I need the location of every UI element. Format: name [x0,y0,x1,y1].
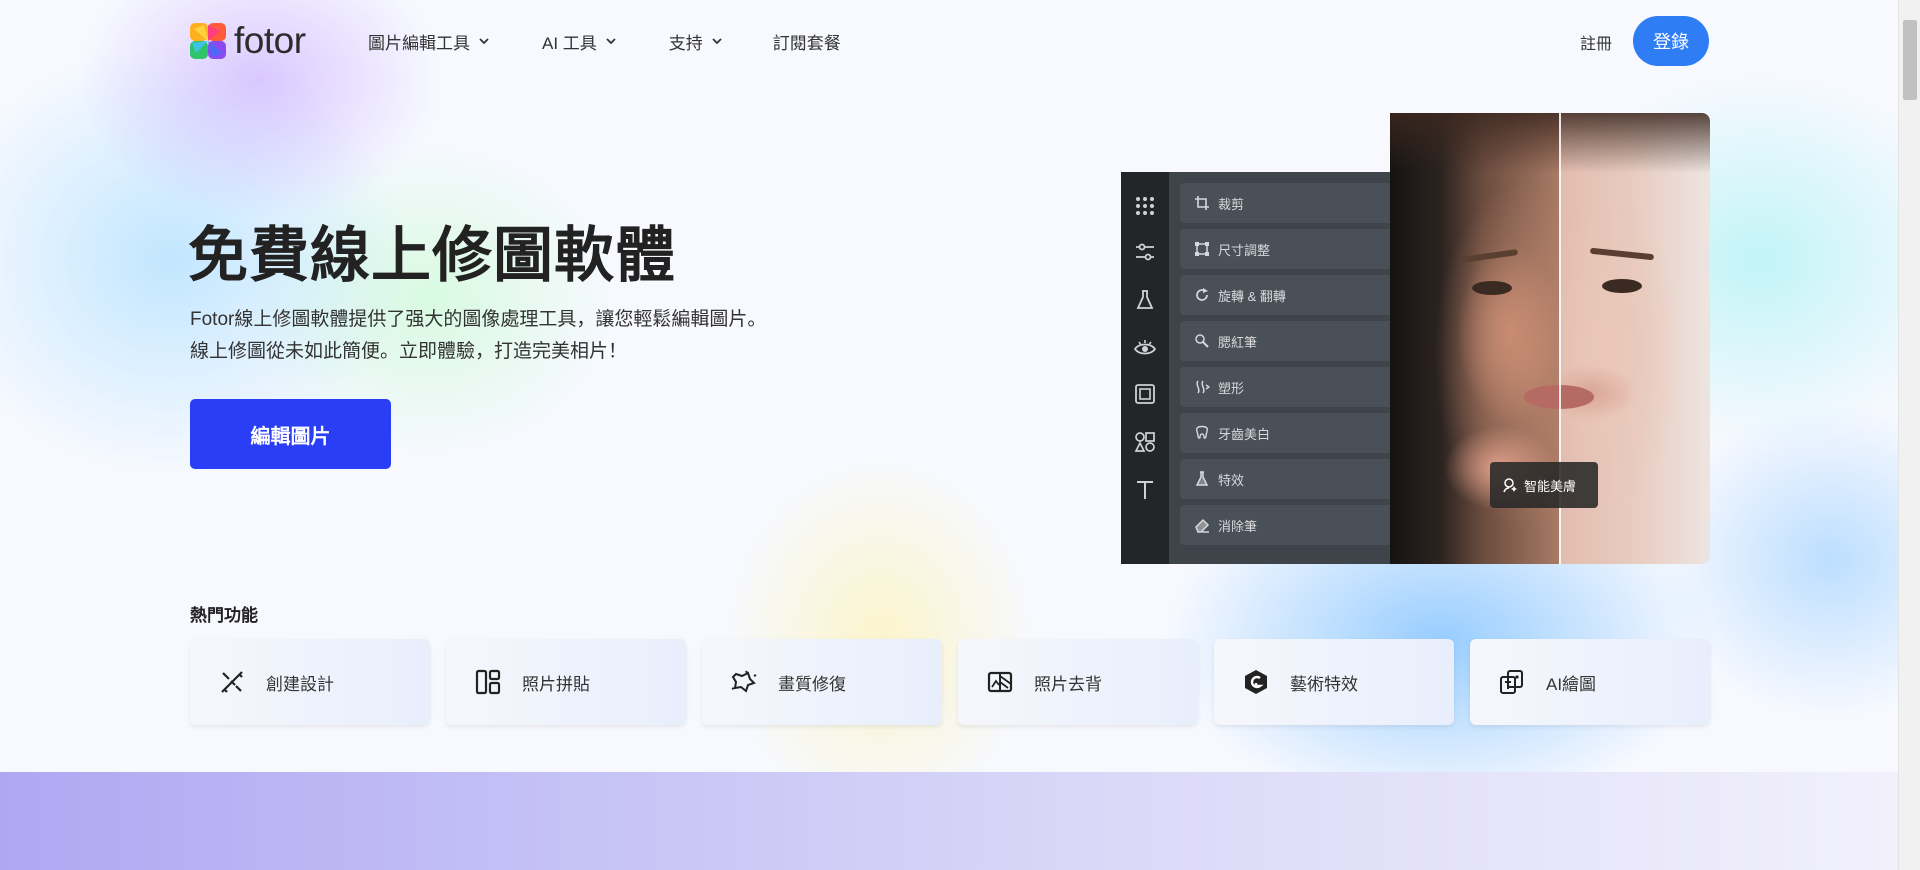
feature-label: 照片去背 [1034,674,1102,694]
text-icon [1137,481,1153,499]
tool-label: 腮紅筆 [1218,334,1258,350]
nav-label: AI 工具 [542,33,597,53]
tooth-icon [1196,425,1208,439]
chevron-down-icon [606,38,616,45]
feature-label: 藝術特效 [1290,674,1358,694]
editor-preview: 裁剪 尺寸調整 旋轉 & 翻轉 腮紅筆 塑形 牙齒美白 特效 消除筆 [1121,172,1391,564]
tool-crop[interactable]: 裁剪 [1180,183,1391,223]
main-nav: 圖片編輯工具 AI 工具 支持 訂閱套餐 [368,28,841,54]
hero-description-line: 線上修圖從未如此簡便。立即體驗，打造完美相片！ [190,341,628,362]
portrait-hair [1390,113,1710,173]
nav-subscription-plans[interactable]: 訂閱套餐 [773,28,841,54]
before-after-portrait: 智能美膚 [1390,113,1710,564]
signup-link[interactable]: 註冊 [1580,30,1612,54]
feature-art-effects[interactable]: 藝術特效 [1214,639,1454,725]
feature-label: AI繪圖 [1546,674,1597,694]
feature-remove-background[interactable]: 照片去背 [958,639,1198,725]
frame-icon [1135,384,1155,404]
collage-icon [475,669,501,695]
smart-skin-label: 智能美膚 [1524,478,1577,494]
logo-text: fotor [234,20,306,61]
tool-label: 尺寸調整 [1218,242,1271,258]
page-title: 免費線上修圖軟體 [188,222,676,289]
tool-effects[interactable]: 特效 [1180,459,1391,499]
edit-photo-button[interactable]: 編輯圖片 [190,399,391,469]
portrait-eye [1602,279,1642,293]
feature-ai-drawing[interactable]: AI繪圖 [1470,639,1710,725]
sliders-icon [1136,243,1154,261]
effect-icon [1195,471,1209,486]
grid-icon [1136,197,1154,215]
tool-resize[interactable]: 尺寸調整 [1180,229,1391,269]
hero-description-line: Fotor線上修圖軟體提供了强大的圖像處理工具，讓您輕鬆編輯圖片。 [190,309,767,330]
feature-photo-collage[interactable]: 照片拼貼 [446,639,686,725]
rotate-icon [1196,288,1208,301]
ai-drawing-icon [1500,670,1523,694]
nav-support[interactable]: 支持 [669,28,723,54]
login-button[interactable]: 登錄 [1633,16,1709,66]
editor-tool-panel: 裁剪 尺寸調整 旋轉 & 翻轉 腮紅筆 塑形 牙齒美白 特效 消除筆 [1169,172,1391,564]
eraser-icon [1195,518,1210,533]
tool-blush-brush[interactable]: 腮紅筆 [1180,321,1391,361]
tool-label: 旋轉 & 翻轉 [1218,288,1286,304]
top-navigation: fotor 圖片編輯工具 AI 工具 支持 訂閱套餐 註冊 登錄 [0,0,1898,82]
reshape-icon [1196,380,1210,394]
feature-label: 創建設計 [266,674,334,694]
remove-background-icon [987,671,1013,693]
feature-image-enhance[interactable]: 畫質修復 [702,639,942,725]
feature-label: 畫質修復 [778,674,846,694]
hot-features-list: 創建設計 照片拼貼 畫質修復 照片去背 藝術特效 AI繪圖 [190,639,1710,725]
feature-label: 照片拼貼 [522,674,590,694]
tool-label: 牙齒美白 [1218,426,1271,442]
chevron-down-icon [479,38,489,45]
hot-features-title: 熱門功能 [190,606,258,625]
fotor-logo-icon [190,22,226,59]
nav-label: 訂閱套餐 [772,33,841,53]
nav-label: 支持 [668,33,703,53]
feature-create-design[interactable]: 創建設計 [190,639,430,725]
shapes-icon [1134,432,1155,452]
tool-label: 特效 [1218,472,1245,488]
tool-eraser[interactable]: 消除筆 [1180,505,1391,545]
tool-rotate-flip[interactable]: 旋轉 & 翻轉 [1180,275,1391,315]
flask-icon [1136,290,1154,309]
nav-ai-tools[interactable]: AI 工具 [542,28,617,54]
face-retouch-icon [1503,478,1517,493]
enhance-icon [731,670,757,693]
hero-description: Fotor線上修圖軟體提供了强大的圖像處理工具，讓您輕鬆編輯圖片。 線上修圖從未… [190,304,830,368]
tool-reshape[interactable]: 塑形 [1180,367,1391,407]
portrait-eye [1472,281,1512,295]
tool-label: 消除筆 [1218,518,1258,534]
resize-icon [1195,242,1209,256]
page-scrollbar[interactable] [1898,0,1920,870]
chevron-down-icon [712,38,722,45]
editor-tool-rail [1121,172,1169,564]
blush-brush-icon [1195,334,1209,348]
eye-icon [1133,340,1157,355]
smart-skin-badge[interactable]: 智能美膚 [1490,462,1598,508]
tool-teeth-whitening[interactable]: 牙齒美白 [1180,413,1391,453]
nav-photo-editing-tools[interactable]: 圖片編輯工具 [368,28,490,54]
nav-label: 圖片編輯工具 [368,33,470,53]
crop-icon [1195,196,1209,210]
art-effect-icon [1245,670,1267,694]
design-icon [221,671,243,693]
next-section-banner [0,772,1898,870]
tool-label: 塑形 [1218,380,1245,396]
fotor-logo[interactable]: fotor [190,22,306,59]
scrollbar-thumb[interactable] [1903,20,1917,100]
tool-label: 裁剪 [1218,196,1245,212]
